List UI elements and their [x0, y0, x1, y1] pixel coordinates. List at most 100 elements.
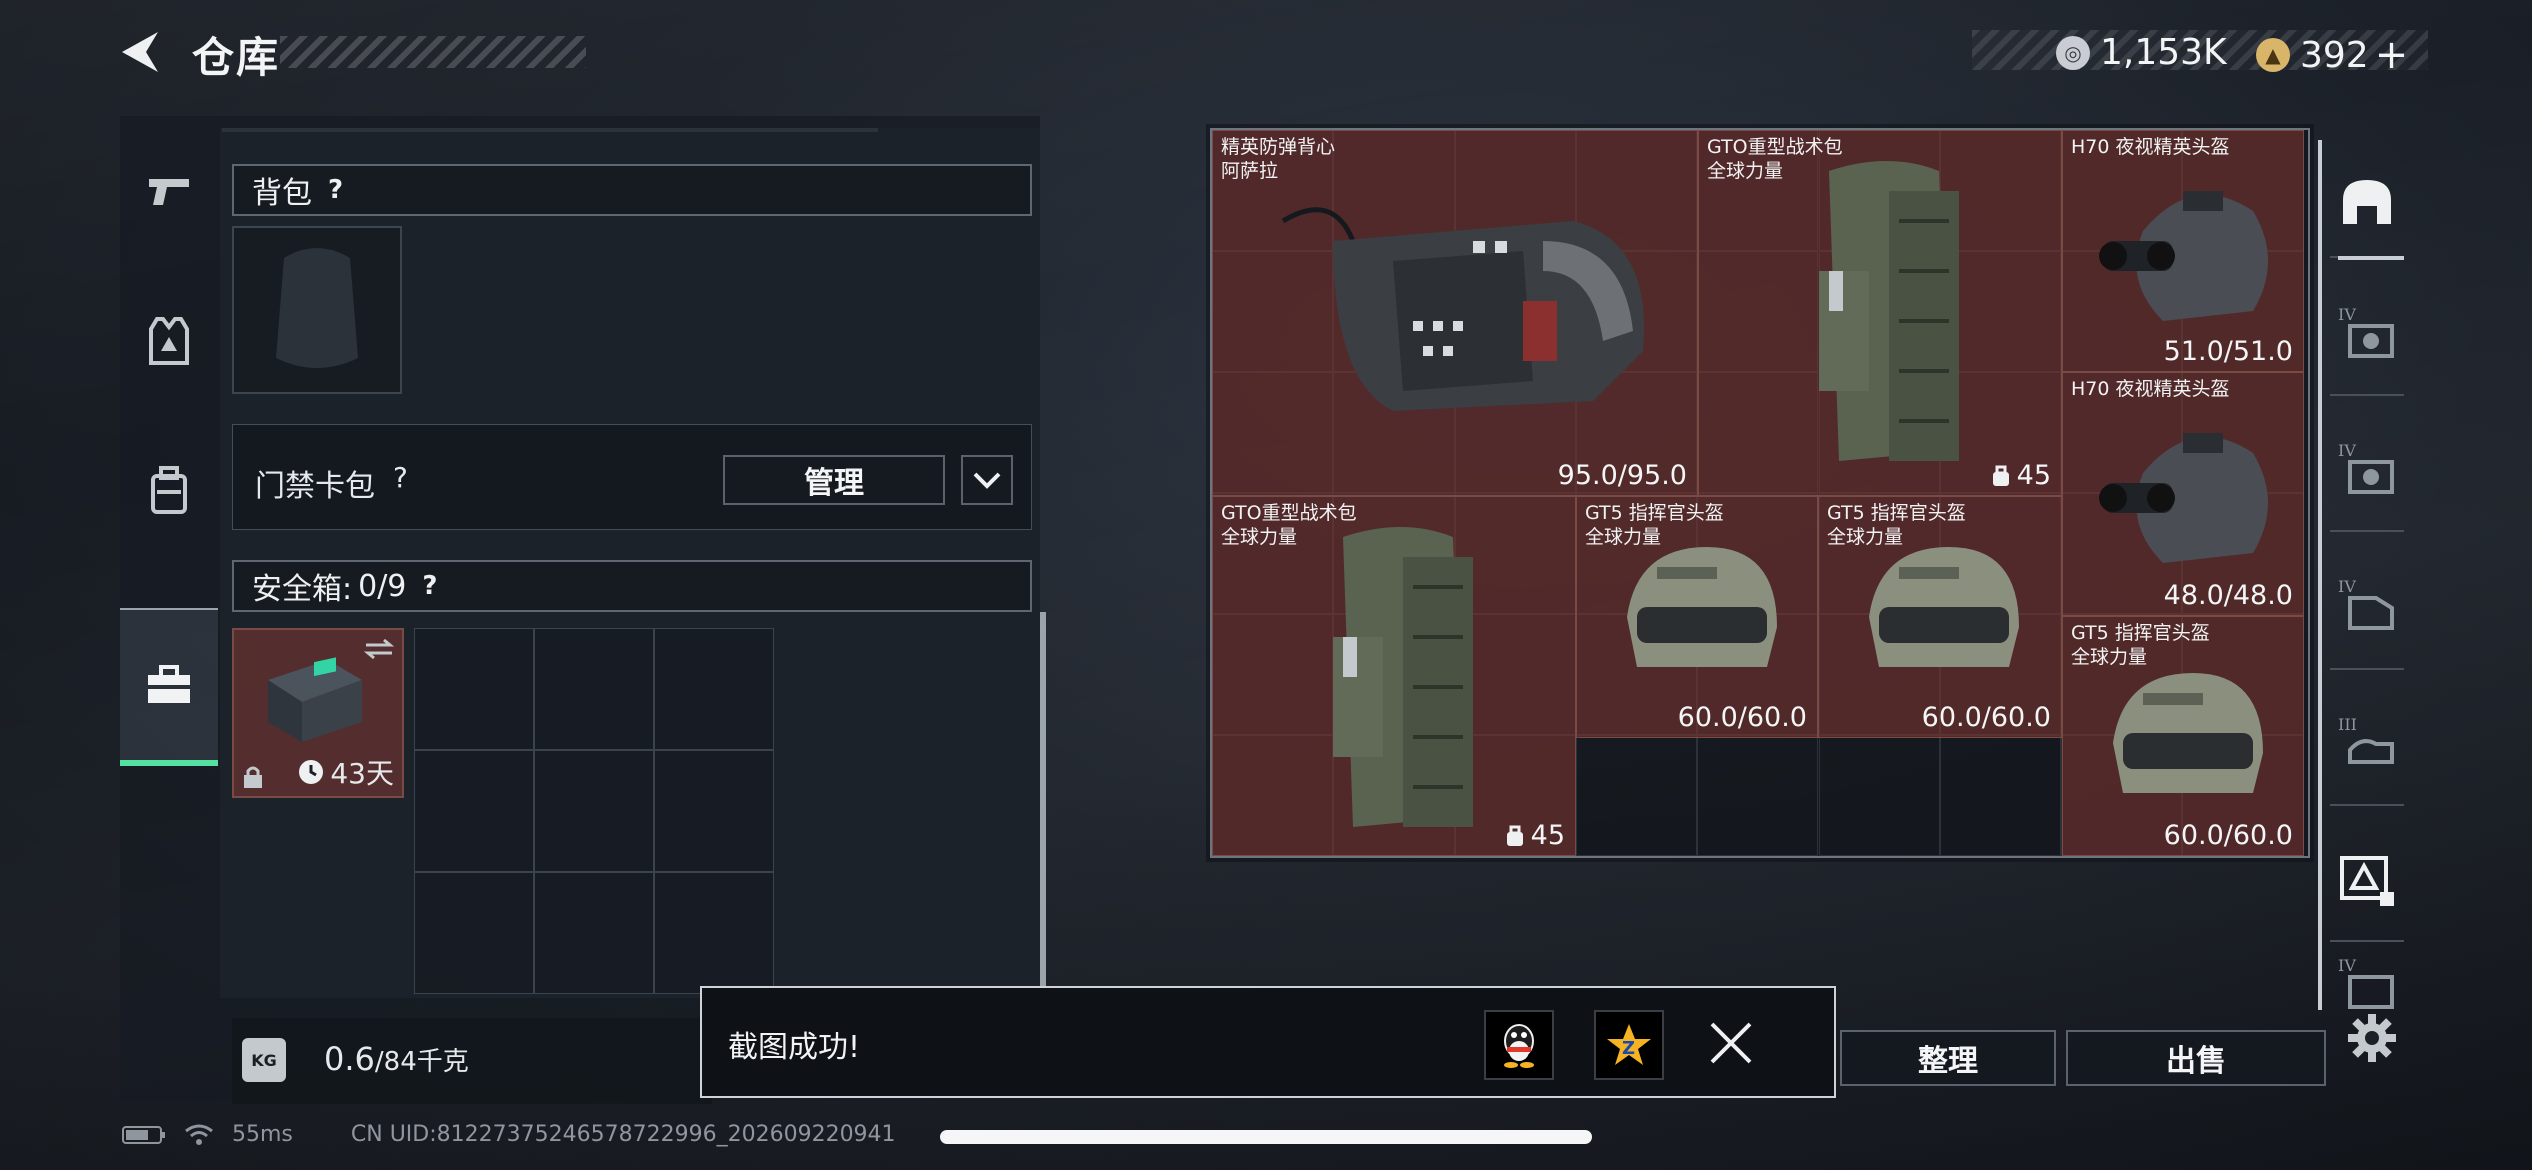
item-name: GT5 指挥官头盔 全球力量 — [2071, 622, 2210, 668]
inventory-grid-cell[interactable] — [1818, 735, 1940, 856]
safebox-grid-cell[interactable] — [654, 750, 774, 872]
item-durability: 48.0/48.0 — [2163, 580, 2293, 611]
gold-crate-icon — [2340, 856, 2394, 906]
equipment-scrollbar[interactable] — [1040, 612, 1046, 992]
safebox-help-button[interactable]: ? — [422, 571, 437, 601]
rail-tab-documents[interactable]: IV — [2330, 540, 2404, 668]
settings-button[interactable] — [2346, 1012, 2398, 1064]
inventory-grid-cell[interactable] — [1697, 735, 1819, 856]
backpack-header: 背包 ? — [232, 164, 1032, 216]
tactical-backpack-image — [1333, 527, 1473, 827]
inventory-grid-cell[interactable] — [1575, 735, 1698, 856]
backpack-help-button[interactable]: ? — [328, 175, 343, 205]
back-arrow-icon — [122, 32, 158, 72]
svg-text:Z: Z — [1622, 1038, 1635, 1059]
status-bar: 55ms CN UID:81227375246578722996_2026092… — [122, 1122, 896, 1147]
keycard-help-button[interactable]: ? — [393, 461, 408, 494]
title-decoration — [280, 36, 586, 68]
gold-currency[interactable]: ▲ 392 + — [2256, 32, 2408, 78]
rail-tab-helmets[interactable] — [2330, 138, 2404, 266]
backpack-icon — [151, 466, 187, 514]
safebox-header: 安全箱: 0/9 ? — [232, 560, 1032, 612]
rail-scrollbar[interactable] — [2318, 140, 2322, 1010]
rail-tab-gold[interactable] — [2330, 814, 2404, 942]
close-icon — [1710, 1022, 1752, 1064]
inventory-item-backpack[interactable]: GTO重型战术包 全球力量 45 — [1698, 130, 2062, 496]
safebox-grid-cell[interactable] — [414, 872, 534, 994]
sell-button[interactable]: 出售 — [2066, 1030, 2326, 1086]
rail-tab-tier-iv[interactable]: IV — [2330, 268, 2404, 396]
backpack-slot[interactable] — [232, 226, 402, 394]
safebox-days: 43天 — [330, 757, 394, 790]
home-indicator[interactable] — [940, 1130, 1592, 1144]
rail-divider — [2330, 940, 2404, 942]
item-name: GTO重型战术包 全球力量 — [1707, 136, 1843, 182]
rail-tab-tier-iv-c[interactable]: IV — [2330, 948, 2404, 1018]
tab-weapons[interactable] — [120, 116, 218, 266]
inventory-item-helmet[interactable]: H70 夜视精英头盔 51.0/51.0 — [2062, 130, 2304, 372]
item-durability: 60.0/60.0 — [1921, 702, 2051, 733]
latency-text: 55ms — [232, 1122, 293, 1147]
safebox-grid-cell[interactable] — [534, 628, 654, 750]
item-capacity: 45 — [1505, 820, 1565, 851]
item-name: 精英防弹背心 阿萨拉 — [1221, 136, 1336, 182]
safebox-grid-cell[interactable] — [534, 750, 654, 872]
weight-max: /84千克 — [374, 1047, 469, 1077]
safebox-grid-cell[interactable] — [654, 628, 774, 750]
page-title: 仓库 — [192, 33, 281, 82]
inventory-item-helmet[interactable]: GT5 指挥官头盔 全球力量 60.0/60.0 — [2062, 616, 2304, 856]
keycard-dropdown-button[interactable] — [961, 455, 1013, 505]
inventory-item-helmet[interactable]: H70 夜视精英头盔 48.0/48.0 — [2062, 372, 2304, 616]
panel-top-edge — [222, 128, 878, 132]
inventory-item-backpack[interactable]: GTO重型战术包 全球力量 45 — [1212, 496, 1576, 856]
keycard-label: 门禁卡包 — [255, 469, 375, 504]
share-qq-button[interactable] — [1484, 1010, 1554, 1080]
item-durability: 95.0/95.0 — [1557, 460, 1687, 491]
night-vision-helmet-image — [2099, 191, 2268, 321]
safebox-grid-cell[interactable] — [654, 872, 774, 994]
bag-capacity-icon — [1506, 825, 1523, 846]
weight-bar: KG 0.6/84千克 — [232, 1018, 712, 1104]
inventory-item-vest[interactable]: 精英防弹背心 阿萨拉 95.0/95.0 — [1212, 130, 1698, 496]
rail-tab-tier-iv-b[interactable]: IV — [2330, 404, 2404, 532]
tier-label: III — [2338, 715, 2357, 734]
bag-capacity-icon — [1992, 465, 2009, 486]
silver-currency[interactable]: ◎ 1,153K — [2056, 32, 2227, 73]
weapon-crate-icon: IV — [2338, 305, 2394, 358]
item-name: GTO重型战术包 全球力量 — [1221, 502, 1357, 548]
back-button[interactable] — [116, 26, 168, 78]
tab-backpacks[interactable] — [120, 416, 218, 566]
helmet-category-icon — [2343, 180, 2391, 224]
sort-button[interactable]: 整理 — [1840, 1030, 2056, 1086]
uid-text: CN UID:81227375246578722996_202609220941 — [350, 1122, 896, 1147]
screenshot-toast: 截图成功! Z — [700, 986, 1836, 1098]
manage-button[interactable]: 管理 — [723, 455, 945, 505]
safebox-item[interactable]: 43天 — [232, 628, 404, 798]
item-name: H70 夜视精英头盔 — [2071, 378, 2230, 400]
item-capacity-value: 45 — [1530, 820, 1565, 851]
rail-divider — [2330, 530, 2404, 532]
night-vision-helmet-image — [2099, 433, 2268, 563]
vest-icon — [149, 317, 189, 365]
pistol-icon — [149, 179, 189, 205]
toolbox-icon — [148, 665, 190, 703]
chevron-down-icon — [973, 472, 1001, 489]
safebox-grid-cell[interactable] — [414, 750, 534, 872]
rail-tab-tier-iii[interactable]: III — [2330, 678, 2404, 806]
tab-containers[interactable] — [120, 608, 218, 766]
tier-label: IV — [2338, 305, 2356, 324]
tab-armor[interactable] — [120, 266, 218, 416]
toast-message: 截图成功! — [728, 1030, 861, 1065]
safebox-grid-cell[interactable] — [414, 628, 534, 750]
safebox-grid-cell[interactable] — [534, 872, 654, 994]
weapon-crate-icon: IV — [2338, 441, 2394, 494]
toast-close-button[interactable] — [1706, 1018, 1756, 1068]
inventory-item-helmet[interactable]: GT5 指挥官头盔 全球力量 60.0/60.0 — [1818, 496, 2062, 738]
inventory-grid-cell[interactable] — [1939, 735, 2062, 856]
share-qzone-button[interactable]: Z — [1594, 1010, 1664, 1080]
category-rail: IV IV IV III IV — [2318, 128, 2408, 1018]
add-currency-button[interactable]: + — [2375, 32, 2409, 78]
inventory-grid: 精英防弹背心 阿萨拉 95.0/95.0 GTO重型战术包 全球力量 45 H7… — [1210, 128, 2310, 858]
gear-icon — [2348, 1014, 2396, 1062]
inventory-item-helmet[interactable]: GT5 指挥官头盔 全球力量 60.0/60.0 — [1576, 496, 1818, 738]
